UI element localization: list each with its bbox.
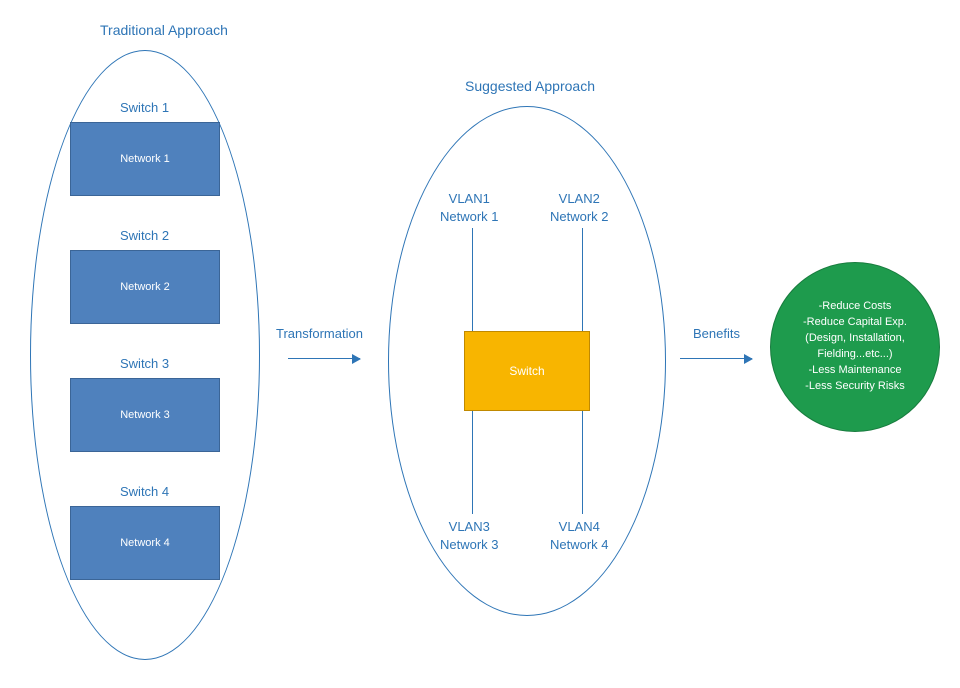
central-switch-label: Switch: [509, 364, 544, 378]
network4-label: Network 4: [120, 537, 170, 549]
arrow-transformation: [288, 358, 360, 359]
heading-traditional: Traditional Approach: [100, 22, 228, 38]
switch2-caption: Switch 2: [120, 228, 169, 243]
vlan1-line: [472, 228, 473, 331]
switch3-caption: Switch 3: [120, 356, 169, 371]
vlan3-label: VLAN3 Network 3: [440, 518, 499, 553]
transformation-label: Transformation: [276, 326, 363, 341]
network3-box: Network 3: [70, 378, 220, 452]
benefits-circle: -Reduce Costs -Reduce Capital Exp. (Desi…: [770, 262, 940, 432]
central-switch: Switch: [464, 331, 590, 411]
network1-box: Network 1: [70, 122, 220, 196]
diagram-canvas: Traditional Approach Switch 1 Network 1 …: [0, 0, 960, 688]
benefits-label: Benefits: [693, 326, 740, 341]
network2-box: Network 2: [70, 250, 220, 324]
network4-box: Network 4: [70, 506, 220, 580]
vlan4-line: [582, 411, 583, 514]
vlan3-line: [472, 411, 473, 514]
vlan2-label: VLAN2 Network 2: [550, 190, 609, 225]
network2-label: Network 2: [120, 281, 170, 293]
network3-label: Network 3: [120, 409, 170, 421]
heading-suggested: Suggested Approach: [465, 78, 595, 94]
benefits-text: -Reduce Costs -Reduce Capital Exp. (Desi…: [803, 299, 907, 395]
vlan2-line: [582, 228, 583, 331]
vlan1-label: VLAN1 Network 1: [440, 190, 499, 225]
network1-label: Network 1: [120, 153, 170, 165]
vlan4-label: VLAN4 Network 4: [550, 518, 609, 553]
arrow-benefits: [680, 358, 752, 359]
switch1-caption: Switch 1: [120, 100, 169, 115]
switch4-caption: Switch 4: [120, 484, 169, 499]
